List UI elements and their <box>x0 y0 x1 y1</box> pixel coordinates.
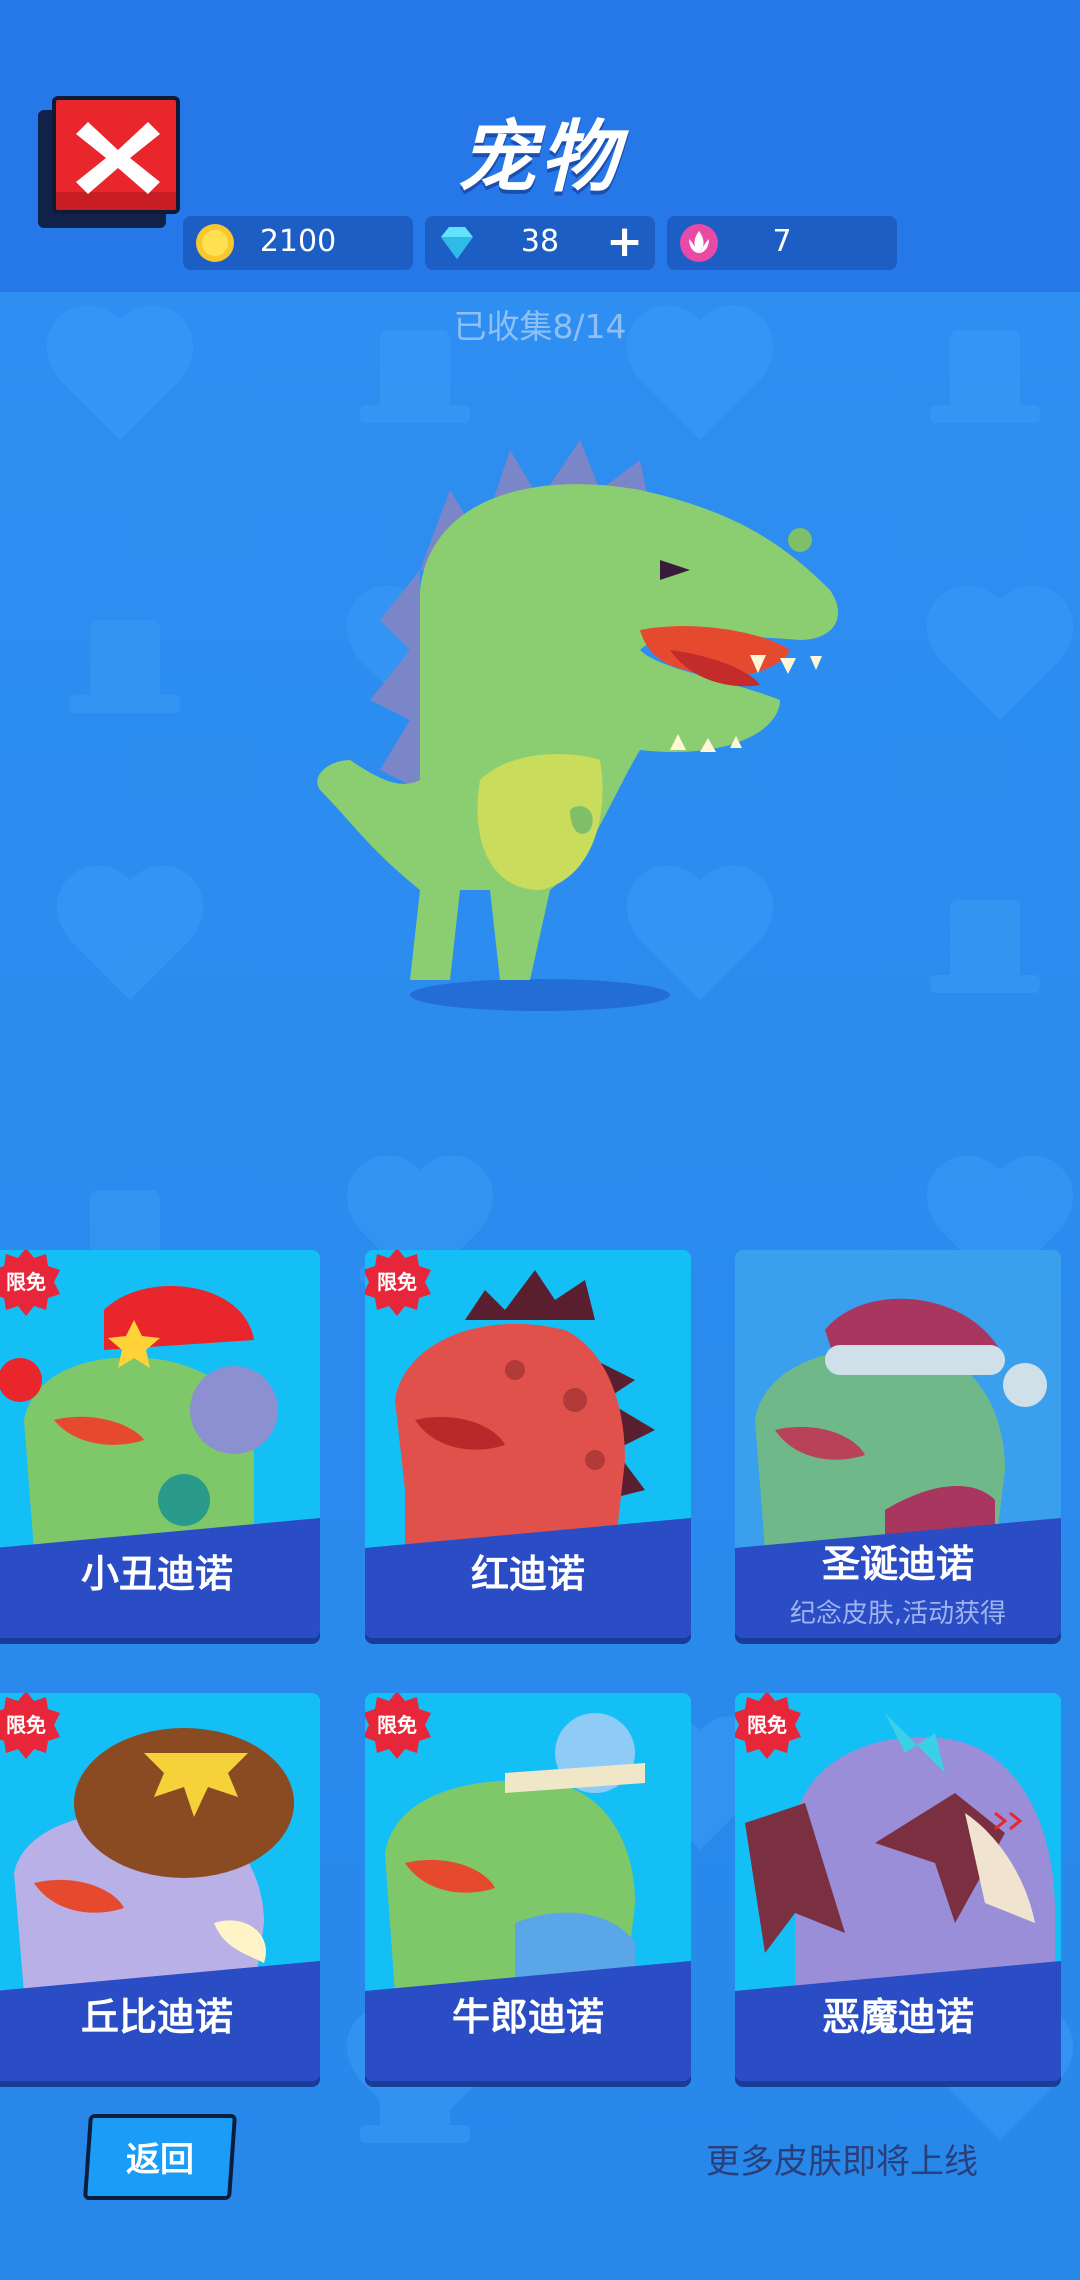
christmas-dino-icon <box>755 1298 1047 1550</box>
back-button-label: 返回 <box>126 2140 194 2180</box>
skin-name: 小丑迪诺 <box>80 1552 233 1596</box>
skin-card-cupid[interactable]: 限免 丘比迪诺 <box>0 1693 320 2081</box>
skin-name: 丘比迪诺 <box>80 1995 233 2039</box>
free-badge: 限免 <box>0 1693 64 1763</box>
skin-card-cowherd[interactable]: 限免 牛郎迪诺 <box>365 1693 691 2081</box>
skin-subtitle: 纪念皮肤,活动获得 <box>789 1599 1007 1629</box>
free-badge: 限免 <box>365 1693 435 1763</box>
skin-name: 恶魔迪诺 <box>821 1995 974 2039</box>
token-value: 7 <box>772 224 792 259</box>
free-badge-label: 限免 <box>6 1270 46 1294</box>
skin-card-red[interactable]: 限免 红迪诺 <box>365 1250 691 1638</box>
diamond-counter: 38 + <box>425 216 655 270</box>
collection-status: 已收集8/14 <box>453 307 627 346</box>
heart-pattern-icon <box>926 585 1074 720</box>
free-badge: 限免 <box>365 1250 435 1320</box>
skin-name: 圣诞迪诺 <box>821 1542 974 1586</box>
coin-counter: 2100 <box>183 216 413 270</box>
skin-card-christmas[interactable]: 圣诞迪诺 纪念皮肤,活动获得 <box>735 1250 1061 1638</box>
token-counter: 7 <box>667 216 897 270</box>
magic-hat-pattern-icon <box>70 620 180 713</box>
free-badge: 限免 <box>735 1693 805 1763</box>
coin-value: 2100 <box>259 224 337 259</box>
close-x-icon <box>76 122 160 194</box>
magic-hat-pattern-icon <box>930 900 1040 993</box>
green-dino-pet <box>317 440 839 1011</box>
free-badge-label: 限免 <box>747 1713 787 1737</box>
skin-card-clown[interactable]: 限免 小丑迪诺 <box>0 1250 320 1638</box>
skin-name: 牛郎迪诺 <box>451 1995 604 2039</box>
free-badge: 限免 <box>0 1250 64 1320</box>
skin-name: 红迪诺 <box>470 1552 585 1596</box>
skin-card-demon[interactable]: 限免 恶魔迪诺 <box>735 1693 1061 2081</box>
add-diamonds-button[interactable]: + <box>606 216 643 268</box>
back-button[interactable]: 返回 <box>82 2114 238 2200</box>
free-badge-label: 限免 <box>377 1270 417 1294</box>
more-skins-notice: 更多皮肤即将上线 <box>706 2142 978 2182</box>
free-badge-label: 限免 <box>377 1713 417 1737</box>
free-badge-label: 限免 <box>6 1713 46 1737</box>
heart-pattern-icon <box>56 865 204 1000</box>
